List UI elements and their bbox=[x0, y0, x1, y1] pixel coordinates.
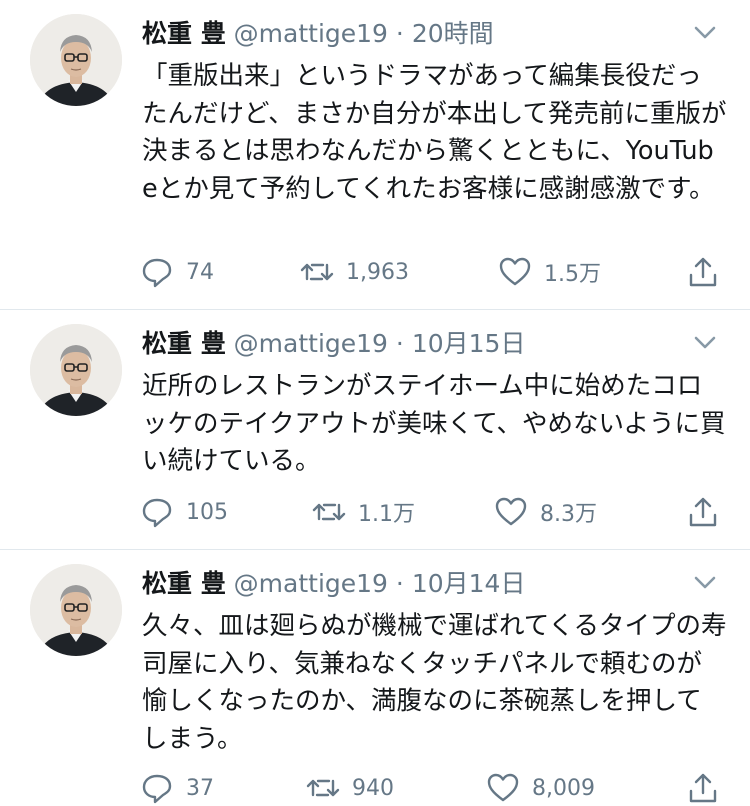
tweet-actions: 105 1.1万 8.3万 bbox=[0, 494, 750, 530]
timestamp[interactable]: 20時間 bbox=[412, 19, 494, 48]
reply-count: 74 bbox=[186, 259, 214, 285]
chevron-down-icon[interactable] bbox=[692, 332, 718, 354]
tweet-text: 近所のレストランがステイホーム中に始めたコロッケのテイクアウトが美味くて、やめな… bbox=[142, 371, 726, 476]
reply-icon bbox=[140, 495, 174, 529]
reply-button[interactable]: 105 bbox=[140, 494, 228, 530]
retweet-count: 1,963 bbox=[346, 259, 409, 285]
tweet[interactable]: 松重 豊 @mattige19 · 20時間 「重版出来」というドラマがあって編… bbox=[0, 0, 750, 308]
heart-icon bbox=[486, 771, 520, 805]
reply-button[interactable]: 37 bbox=[140, 770, 214, 806]
reply-icon bbox=[140, 255, 174, 289]
like-count: 8.3万 bbox=[540, 502, 597, 527]
heart-icon bbox=[498, 255, 532, 289]
retweet-count: 940 bbox=[352, 775, 394, 801]
user-handle[interactable]: @mattige19 bbox=[234, 569, 388, 598]
reply-icon bbox=[140, 771, 174, 805]
share-icon bbox=[686, 495, 720, 529]
tweet[interactable]: 松重 豊 @mattige19 · 10月15日 近所のレストランがステイホーム… bbox=[0, 310, 750, 548]
share-icon bbox=[686, 255, 720, 289]
separator: · bbox=[395, 569, 404, 598]
like-count: 1.5万 bbox=[544, 262, 601, 287]
tweet-text: 久々、皿は廻らぬが機械で運ばれてくるタイプの寿司屋に入り、気兼ねなくタッチパネル… bbox=[142, 611, 727, 754]
tweet-header: 松重 豊 @mattige19 · 10月15日 bbox=[142, 328, 525, 360]
like-button[interactable]: 1.5万 bbox=[498, 254, 601, 290]
heart-icon bbox=[494, 495, 528, 529]
avatar[interactable] bbox=[30, 564, 122, 656]
reply-button[interactable]: 74 bbox=[140, 254, 214, 290]
chevron-down-icon[interactable] bbox=[692, 572, 718, 594]
share-icon bbox=[686, 771, 720, 805]
retweet-button[interactable]: 940 bbox=[306, 770, 394, 806]
like-count: 8,009 bbox=[532, 775, 595, 801]
share-button[interactable] bbox=[686, 770, 720, 806]
retweet-icon bbox=[306, 771, 340, 805]
share-button[interactable] bbox=[686, 494, 720, 530]
timestamp[interactable]: 10月15日 bbox=[412, 329, 526, 358]
display-name[interactable]: 松重 豊 bbox=[142, 329, 226, 358]
like-button[interactable]: 8.3万 bbox=[494, 494, 597, 530]
retweet-icon bbox=[300, 255, 334, 289]
chevron-down-icon[interactable] bbox=[692, 22, 718, 44]
reply-count: 37 bbox=[186, 775, 214, 801]
timestamp[interactable]: 10月14日 bbox=[412, 569, 526, 598]
user-handle[interactable]: @mattige19 bbox=[234, 329, 388, 358]
like-button[interactable]: 8,009 bbox=[486, 770, 595, 806]
display-name[interactable]: 松重 豊 bbox=[142, 569, 226, 598]
tweet-actions: 74 1,963 1.5万 bbox=[0, 254, 750, 290]
tweet-actions: 37 940 8,009 bbox=[0, 770, 750, 806]
user-handle[interactable]: @mattige19 bbox=[234, 19, 388, 48]
reply-count: 105 bbox=[186, 499, 228, 525]
avatar[interactable] bbox=[30, 14, 122, 106]
tweet-header: 松重 豊 @mattige19 · 10月14日 bbox=[142, 568, 525, 600]
retweet-button[interactable]: 1.1万 bbox=[312, 494, 415, 530]
tweet[interactable]: 松重 豊 @mattige19 · 10月14日 久々、皿は廻らぬが機械で運ばれ… bbox=[0, 550, 750, 805]
retweet-count: 1.1万 bbox=[358, 502, 415, 527]
tweet-header: 松重 豊 @mattige19 · 20時間 bbox=[142, 18, 494, 50]
separator: · bbox=[395, 329, 404, 358]
retweet-button[interactable]: 1,963 bbox=[300, 254, 409, 290]
retweet-icon bbox=[312, 495, 346, 529]
display-name[interactable]: 松重 豊 bbox=[142, 19, 226, 48]
tweet-text: 「重版出来」というドラマがあって編集長役だったんだけど、まさか自分が本出して発売… bbox=[142, 61, 727, 204]
avatar[interactable] bbox=[30, 324, 122, 416]
separator: · bbox=[395, 19, 404, 48]
share-button[interactable] bbox=[686, 254, 720, 290]
